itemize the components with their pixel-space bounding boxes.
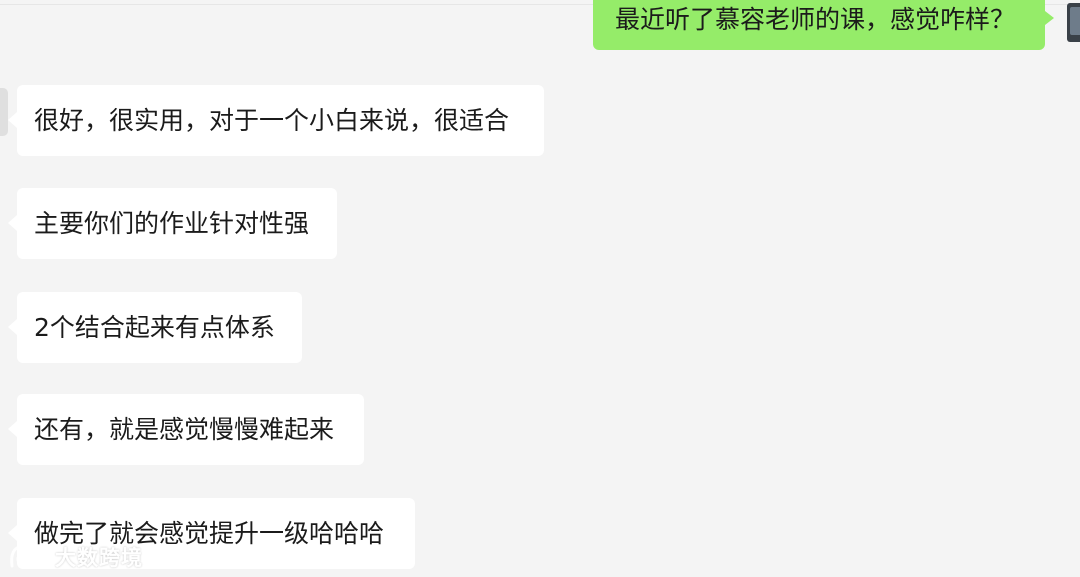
incoming-message[interactable]: 2个结合起来有点体系: [8, 292, 302, 363]
watermark-text: 大数跨境: [55, 546, 143, 570]
incoming-message-text: 很好，很实用，对于一个小白来说，很适合: [34, 106, 510, 135]
watermark: 大数跨境: [8, 542, 143, 572]
incoming-message-text: 还有，就是感觉慢慢难起来: [34, 415, 335, 444]
outgoing-message[interactable]: 最近听了慕容老师的课，感觉咋样？: [593, 0, 1045, 50]
incoming-message[interactable]: 还有，就是感觉慢慢难起来: [8, 394, 364, 465]
incoming-message-text: 2个结合起来有点体系: [34, 313, 275, 342]
brand-logo-icon: [10, 546, 52, 568]
contact-avatar[interactable]: [0, 88, 8, 136]
incoming-message[interactable]: 很好，很实用，对于一个小白来说，很适合: [8, 85, 544, 156]
self-avatar[interactable]: [1067, 3, 1080, 42]
outgoing-message-tail: [1045, 11, 1054, 25]
incoming-message[interactable]: 主要你们的作业针对性强: [8, 188, 337, 259]
outgoing-message-text: 最近听了慕容老师的课，感觉咋样？: [615, 5, 1016, 34]
incoming-message-text: 主要你们的作业针对性强: [34, 209, 310, 238]
